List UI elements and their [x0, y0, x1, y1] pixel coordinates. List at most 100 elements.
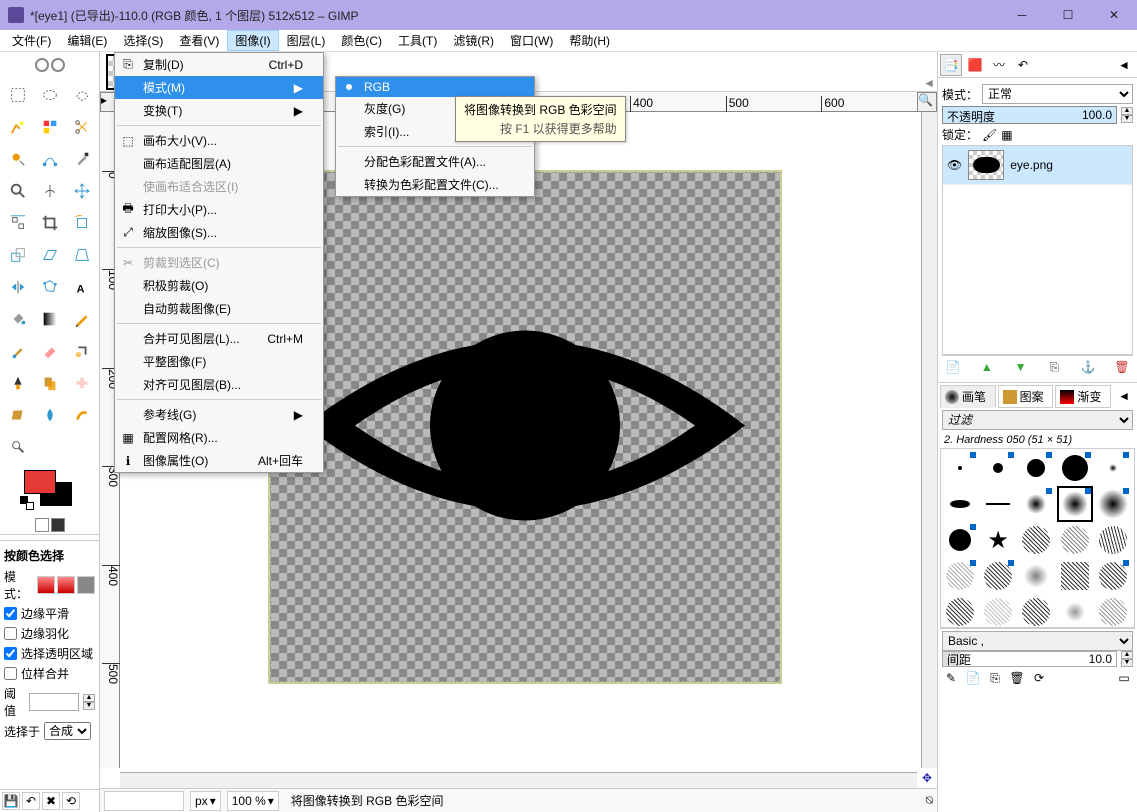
tool-clone[interactable] — [35, 368, 65, 398]
tool-free-select[interactable] — [67, 80, 97, 110]
tool-dodge[interactable] — [3, 432, 33, 462]
brush-item[interactable] — [980, 558, 1016, 594]
brush-edit[interactable]: ✎ — [942, 669, 960, 687]
brush-item[interactable] — [942, 486, 978, 522]
tool-rotate[interactable] — [67, 208, 97, 238]
brush-item[interactable] — [1018, 450, 1054, 486]
tabs-menu-icon[interactable]: ◄ — [923, 76, 935, 90]
tab-gradients[interactable]: 渐变 — [1055, 385, 1111, 408]
menu-file[interactable]: 文件(F) — [4, 30, 59, 51]
opacity-slider[interactable]: 不透明度100.0 — [942, 106, 1117, 124]
navigation-icon[interactable]: ✥ — [917, 768, 937, 788]
menu-item[interactable]: 变换(T)▶ — [115, 99, 323, 122]
brush-item[interactable] — [942, 594, 978, 628]
menu-window[interactable]: 窗口(W) — [502, 30, 561, 51]
tab-layers[interactable]: 📑 — [940, 54, 962, 76]
tab-channels[interactable]: 🟥 — [964, 54, 986, 76]
brush-item[interactable] — [1018, 558, 1054, 594]
tool-align[interactable] — [3, 208, 33, 238]
menu-item[interactable]: RGB — [336, 77, 534, 97]
tool-rect-select[interactable] — [3, 80, 33, 110]
menu-item[interactable]: 积极剪裁(O) — [115, 274, 323, 297]
spin-up[interactable]: ▲ — [83, 694, 95, 702]
scrollbar-vertical[interactable] — [921, 112, 937, 768]
tool-gradient[interactable] — [35, 304, 65, 334]
brush-aspaint[interactable]: ▭ — [1115, 669, 1133, 687]
layer-name[interactable]: eye.png — [1010, 158, 1053, 172]
dock-menu-icon[interactable]: ◄ — [1113, 385, 1135, 407]
layer-down[interactable]: ▼ — [1012, 358, 1030, 376]
brush-item[interactable] — [1057, 594, 1093, 628]
spacing-slider[interactable]: 间距10.0 — [942, 651, 1117, 667]
zoom-select[interactable]: 100 % ▾ — [227, 791, 279, 811]
tool-ink[interactable] — [3, 368, 33, 398]
tool-text[interactable]: A — [67, 272, 97, 302]
lock-alpha-icon[interactable]: ▦ — [1001, 128, 1012, 142]
menu-item[interactable]: ✂剪裁到选区(C) — [115, 251, 323, 274]
blend-mode[interactable]: 正常 — [982, 84, 1133, 104]
unit-select[interactable]: px ▾ — [190, 791, 221, 811]
tab-undo[interactable]: ↶ — [1012, 54, 1034, 76]
maximize-button[interactable]: ☐ — [1045, 0, 1091, 30]
brush-dup[interactable]: ⎘ — [986, 669, 1004, 687]
tool-smudge[interactable] — [67, 400, 97, 430]
tool-crop[interactable] — [35, 208, 65, 238]
tool-paths[interactable] — [35, 144, 65, 174]
color-swatches[interactable] — [20, 470, 80, 510]
brush-item[interactable] — [1018, 486, 1054, 522]
brush-item[interactable] — [1095, 486, 1131, 522]
opts-revert[interactable]: ↶ — [22, 792, 40, 810]
brush-item[interactable] — [980, 594, 1016, 628]
menu-tools[interactable]: 工具(T) — [390, 30, 445, 51]
tool-flip[interactable] — [3, 272, 33, 302]
lock-pixels-icon[interactable]: 🖌 — [982, 128, 997, 142]
brush-item[interactable] — [980, 486, 1016, 522]
brush-item[interactable] — [942, 558, 978, 594]
brush-item[interactable] — [1057, 558, 1093, 594]
menu-edit[interactable]: 编辑(E) — [59, 30, 115, 51]
brush-refresh[interactable]: ⟳ — [1030, 669, 1048, 687]
brush-delete[interactable]: 🗑 — [1008, 669, 1026, 687]
brush-item[interactable] — [1057, 450, 1093, 486]
brush-item[interactable] — [1095, 558, 1131, 594]
menu-item[interactable]: 转换为色彩配置文件(C)... — [336, 173, 534, 196]
tool-foreground[interactable] — [3, 144, 33, 174]
opts-reset[interactable]: ⟲ — [62, 792, 80, 810]
menu-help[interactable]: 帮助(H) — [561, 30, 618, 51]
tool-color-select[interactable] — [35, 112, 65, 142]
menu-item[interactable]: 参考线(G)▶ — [115, 403, 323, 426]
menu-select[interactable]: 选择(S) — [115, 30, 171, 51]
dock-menu-icon[interactable]: ◄ — [1113, 54, 1135, 76]
menu-item[interactable]: ⤢缩放图像(S)... — [115, 221, 323, 244]
menu-item[interactable]: 🖶打印大小(P)... — [115, 198, 323, 221]
cb-transparent[interactable] — [4, 647, 17, 660]
layer-anchor[interactable]: ⚓ — [1079, 358, 1097, 376]
mode-sub[interactable] — [77, 576, 95, 594]
layer-up[interactable]: ▲ — [978, 358, 996, 376]
tab-paths[interactable]: 〰 — [988, 54, 1010, 76]
tool-zoom[interactable] — [3, 176, 33, 206]
brush-item[interactable] — [1018, 522, 1054, 558]
menu-image[interactable]: 图像(I) — [227, 30, 278, 51]
brush-item[interactable] — [1057, 486, 1093, 522]
mode-add[interactable] — [57, 576, 75, 594]
opts-delete[interactable]: ✖ — [42, 792, 60, 810]
threshold-input[interactable] — [29, 693, 79, 711]
tool-color-picker[interactable] — [67, 144, 97, 174]
brush-item[interactable] — [1095, 450, 1131, 486]
menu-color[interactable]: 颜色(C) — [333, 30, 390, 51]
minimize-button[interactable]: ─ — [999, 0, 1045, 30]
spin-down[interactable]: ▼ — [83, 702, 95, 710]
opts-save[interactable]: 💾 — [2, 792, 20, 810]
tool-persp-clone[interactable] — [3, 400, 33, 430]
layer-row[interactable]: 👁 eye.png — [943, 146, 1132, 185]
tool-airbrush[interactable] — [67, 336, 97, 366]
brush-item[interactable] — [980, 450, 1016, 486]
mode-replace[interactable] — [37, 576, 55, 594]
tool-eraser[interactable] — [35, 336, 65, 366]
select-by[interactable]: 合成 — [44, 722, 91, 740]
tool-heal[interactable] — [67, 368, 97, 398]
tool-blur[interactable] — [35, 400, 65, 430]
tab-brushes[interactable]: 画笔 — [940, 385, 996, 408]
cancel-icon[interactable]: ⍉ — [926, 793, 933, 808]
